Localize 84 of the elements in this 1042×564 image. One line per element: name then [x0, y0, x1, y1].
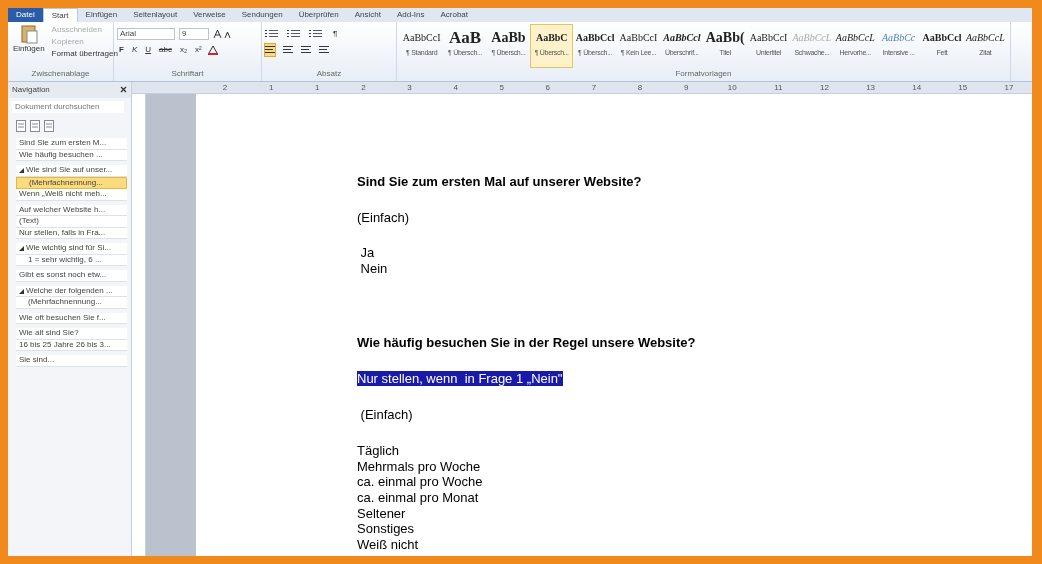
question-type: (Einfach): [357, 209, 411, 226]
answer-option: Mehrmals pro Woche: [357, 458, 481, 474]
ruler-number: 13: [865, 81, 877, 94]
ribbon-tab[interactable]: Add-Ins: [388, 8, 433, 22]
ruler-number: 2: [360, 81, 367, 94]
heading-item[interactable]: Wie alt sind Sie?: [16, 328, 127, 340]
ruler-number: 15: [957, 81, 969, 94]
group-label: Schriftart: [170, 68, 205, 80]
outline-list-icon[interactable]: [309, 28, 323, 40]
heading-item[interactable]: Wie wichtig sind für Si...: [16, 243, 127, 255]
heading-item[interactable]: Wie sind Sie auf unser...: [16, 165, 127, 177]
answer-option: Ja: [357, 245, 375, 261]
answer-option: ca. einmal pro Woche: [357, 474, 483, 490]
heading-item[interactable]: Wie oft besuchen Sie f...: [16, 312, 127, 325]
ruler-number: 2: [221, 81, 229, 94]
file-tab[interactable]: Datei: [8, 8, 43, 22]
ribbon-tab[interactable]: Sendungen: [233, 8, 291, 22]
format-painter-button[interactable]: Format übertragen: [49, 48, 120, 60]
format-button[interactable]: x²: [193, 44, 204, 56]
heading-item[interactable]: Welche der folgenden ...: [16, 285, 127, 298]
search-field[interactable]: Dokument durchsuchen: [12, 101, 124, 113]
paste-button[interactable]: Einfügen: [11, 24, 47, 68]
align-right-icon[interactable]: [301, 44, 311, 56]
ribbon-tab[interactable]: Ansicht: [346, 8, 389, 22]
answer-option: Täglich: [357, 442, 399, 458]
show-formatting-button[interactable]: ¶: [331, 29, 340, 39]
font-name-field[interactable]: Arial: [117, 28, 175, 40]
numbered-list-icon[interactable]: [287, 28, 301, 40]
ruler-number: 9: [682, 81, 690, 94]
ruler-number: 8: [636, 81, 644, 94]
align-center-icon[interactable]: [283, 44, 293, 56]
format-button[interactable]: F: [117, 44, 126, 56]
group-label: Absatz: [315, 68, 343, 80]
heading-item[interactable]: (Text): [16, 216, 127, 228]
results-view-icon[interactable]: [44, 120, 54, 133]
heading-item[interactable]: Auf welcher Website h...: [16, 204, 127, 217]
font-size-arrows-icon: [213, 28, 233, 40]
ruler-number: 11: [773, 81, 784, 94]
ruler-number: 14: [911, 81, 923, 94]
format-button[interactable]: U: [143, 44, 153, 56]
ruler-number: 5: [498, 81, 505, 94]
ruler-number: 12: [819, 81, 830, 94]
ribbon-tab[interactable]: Einfügen: [77, 8, 126, 22]
answer-option: Weiß nicht: [357, 537, 419, 553]
pages-view-icon[interactable]: [30, 120, 40, 133]
format-button[interactable]: K: [129, 44, 140, 56]
ribbon-tab[interactable]: Überprüfen: [290, 8, 347, 22]
bullet-list-icon[interactable]: [265, 28, 279, 40]
heading-item[interactable]: Gibt es sonst noch etw...: [16, 270, 127, 282]
headings-view-icon[interactable]: [16, 120, 26, 133]
selected-text: Nur stellen, wenn in Frage 1 „Nein": [357, 370, 563, 387]
group-label: Formatvorlagen: [674, 68, 733, 80]
pane-title: Navigation: [12, 84, 50, 96]
answer-option: Seltener: [357, 505, 406, 521]
answer-option: ca. einmal pro Monat: [357, 490, 479, 506]
format-button[interactable]: x₂: [177, 44, 190, 56]
align-left-icon[interactable]: [265, 44, 275, 56]
heading-item[interactable]: Wenn „Weiß nicht meh...: [16, 189, 127, 201]
ruler-number: 6: [544, 81, 552, 94]
ruler-number: 10: [726, 81, 738, 94]
ruler-number: 4: [452, 81, 459, 94]
font-color-icon: [207, 44, 218, 56]
format-button[interactable]: abc: [157, 44, 174, 56]
question-heading: Wie häufig besuchen Sie in der Regel unsere Website?: [357, 334, 697, 351]
ruler-number: 17: [1003, 81, 1015, 94]
ribbon-tab[interactable]: Seitenlayout: [125, 8, 186, 22]
ruler-number: 7: [590, 81, 598, 94]
heading-item[interactable]: Sind Sie zum ersten M...: [16, 138, 127, 150]
heading-item[interactable]: (Mehrfachnennung...: [16, 297, 127, 309]
ribbon-tab[interactable]: Start: [42, 8, 78, 22]
clipboard-icon: [19, 24, 38, 44]
question-type: (Einfach): [359, 407, 414, 423]
heading-item[interactable]: Sie sind...: [16, 355, 127, 367]
ruler-number: 1: [314, 81, 321, 94]
ribbon-tab[interactable]: Acrobat: [432, 8, 477, 22]
ruler-number: 3: [406, 81, 413, 94]
justify-icon[interactable]: [319, 44, 329, 56]
question-heading: Sind Sie zum ersten Mal auf unserer Website?: [357, 174, 643, 190]
answer-option: Sonstiges: [357, 521, 415, 537]
font-size-field[interactable]: 9: [179, 28, 209, 40]
ruler-number: 1: [267, 81, 275, 94]
answer-option: Nein: [357, 261, 388, 277]
group-label: Zwischenablage: [30, 68, 91, 80]
ribbon-tab[interactable]: Verweise: [185, 8, 234, 22]
